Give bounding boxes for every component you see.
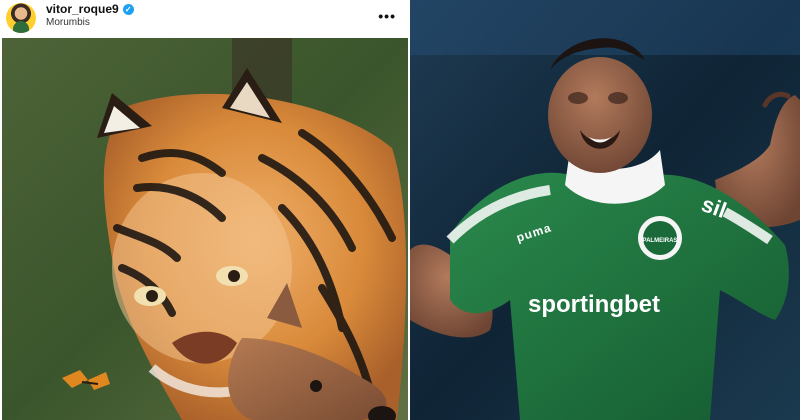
crest-text: PALMEIRAS <box>643 238 678 244</box>
username[interactable]: vitor_roque9 <box>46 2 119 16</box>
tiger-image <box>2 38 408 420</box>
social-post: vitor_roque9 ✓ Morumbis ••• <box>0 0 410 420</box>
football-image: sportingbet puma sil PALMEIRAS <box>410 0 800 420</box>
post-image[interactable] <box>2 38 408 420</box>
more-options-icon[interactable]: ••• <box>378 8 396 24</box>
user-block: vitor_roque9 ✓ Morumbis <box>46 2 134 30</box>
verified-icon: ✓ <box>122 3 134 15</box>
location[interactable]: Morumbis <box>46 16 134 30</box>
username-row[interactable]: vitor_roque9 ✓ <box>46 2 134 16</box>
avatar[interactable] <box>6 3 36 33</box>
player-photo[interactable]: sportingbet puma sil PALMEIRAS <box>410 0 800 420</box>
post-header: vitor_roque9 ✓ Morumbis ••• <box>0 0 410 36</box>
club-crest: PALMEIRAS <box>638 216 682 260</box>
sponsor-text: sportingbet <box>528 291 660 318</box>
